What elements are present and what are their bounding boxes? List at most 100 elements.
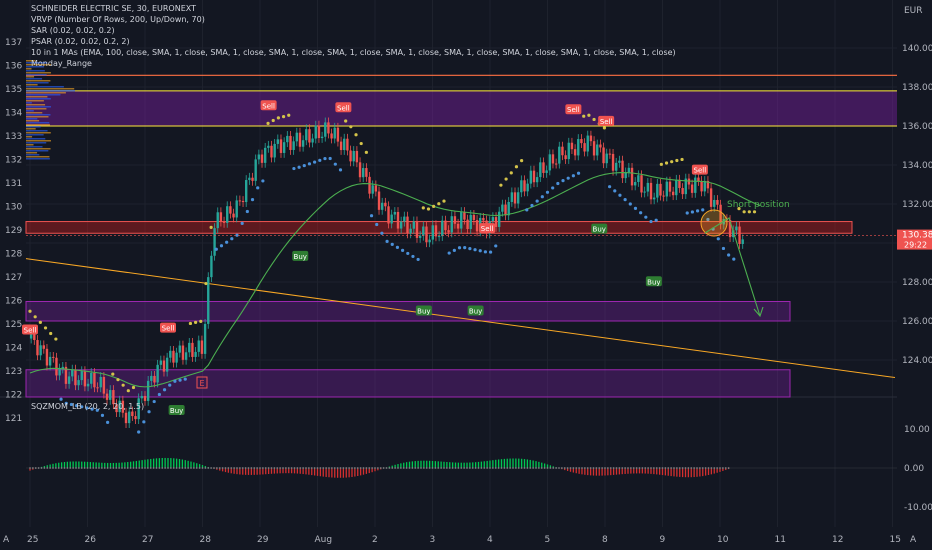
chart-window[interactable]: Sell Sell Sell Sell Sell Sell Sell Sell Buy Buy Bu… (0, 0, 932, 550)
time-tick-label: 15 (890, 535, 901, 545)
candle-body (273, 143, 276, 158)
sar-dot (225, 240, 229, 244)
oscillator-title[interactable]: SQZMOM_LB (20, 2, 20, 1.5) (31, 401, 144, 412)
candle-body (131, 411, 134, 417)
volume-row (26, 142, 47, 144)
resistance-zone (26, 90, 897, 126)
candle-body (668, 181, 672, 192)
sar-dot (592, 117, 596, 122)
volume-row (26, 152, 38, 154)
volume-row (26, 136, 33, 138)
sar-dot (752, 210, 757, 214)
sar-dot (106, 420, 110, 424)
candle-body (295, 132, 298, 142)
candle-body (532, 170, 536, 183)
candle-body (298, 132, 302, 147)
sar-dot (520, 159, 524, 163)
candle-body (491, 217, 495, 222)
sar-dot (732, 257, 736, 261)
sar-dot (587, 113, 591, 117)
candle-body (700, 181, 703, 192)
sar-dot (644, 215, 648, 219)
volume-row (26, 86, 64, 88)
candle-body (418, 235, 422, 238)
candle-body (520, 180, 523, 193)
price-tick-label: 128.00 (902, 278, 932, 288)
candle-body (529, 170, 533, 184)
sar-dot (369, 214, 374, 218)
time-tick-label: 9 (660, 535, 666, 545)
sar-dot (100, 413, 105, 417)
symbol-title[interactable]: SCHNEIDER ELECTRIC SE, 30, EURONEXT (31, 3, 676, 14)
sar-dot (168, 383, 172, 387)
sar-dot (250, 198, 255, 202)
volume-row (26, 98, 51, 100)
candle-body (456, 223, 460, 229)
zone-layer (25, 74, 897, 398)
candle-body (29, 333, 33, 339)
candle-body (621, 160, 624, 179)
sar-dot (509, 171, 513, 175)
candle-body (447, 230, 450, 233)
candle-body (175, 352, 178, 363)
sar-dot (452, 248, 456, 253)
sar-dot (664, 161, 669, 165)
candle-body (165, 357, 169, 372)
sar-dot (297, 165, 301, 169)
sar-dot (406, 251, 410, 256)
candle-body (99, 376, 102, 388)
candle-body (608, 153, 612, 155)
volume-row (26, 104, 46, 106)
legend-monday-range[interactable]: Monday_Range (31, 58, 676, 69)
time-tick-label: 8 (602, 535, 608, 545)
left-tick-label: 122 (5, 391, 22, 401)
sell-label: Sell (694, 167, 707, 175)
candle-body (671, 191, 675, 196)
time-tick-label: 4 (487, 535, 493, 545)
legend-mas[interactable]: 10 in 1 MAs (EMA, 100, close, SMA, 1, cl… (31, 47, 676, 58)
legend-sar[interactable]: SAR (0.02, 0.02, 0.2) (31, 25, 676, 36)
candle-body (194, 351, 197, 357)
sar-dot (633, 206, 638, 210)
candle-body (624, 172, 627, 179)
candle-body (352, 150, 355, 162)
candle-body (263, 147, 267, 163)
legend-vrvp[interactable]: VRVP (Number Of Rows, 200, Up/Down, 70) (31, 14, 676, 25)
sar-dot (742, 210, 746, 214)
sar-dot (727, 253, 731, 257)
candle-body (570, 142, 574, 150)
chart-canvas[interactable]: Sell Sell Sell Sell Sell Sell Sell Sell Buy Buy Bu… (0, 0, 932, 550)
candle-body (282, 142, 286, 153)
sar-dot (209, 225, 213, 229)
candle-body (494, 217, 498, 227)
candle-body (504, 204, 507, 216)
candle-body (368, 176, 371, 194)
candle-body (251, 177, 254, 181)
candle-body (384, 202, 387, 207)
earnings-label: E (199, 379, 204, 388)
candle-body (475, 220, 479, 232)
legend-psar[interactable]: PSAR (0.02, 0.02, 0.2, 2) (31, 36, 676, 47)
candle-body (659, 183, 662, 196)
buy-label: Buy (593, 226, 606, 234)
candle-body (55, 357, 58, 376)
volume-row (26, 88, 75, 90)
left-tick-label: 128 (5, 250, 22, 260)
time-tick-label: 12 (832, 535, 843, 545)
price-tick-label: 140.00 (902, 44, 932, 54)
candle-body (374, 185, 378, 192)
sar-dot (628, 202, 632, 206)
candle-body (681, 188, 684, 195)
sell-label: Sell (481, 225, 494, 233)
candle-body (311, 138, 314, 143)
time-tick-label: 5 (545, 535, 551, 545)
candle-body (605, 153, 608, 164)
sar-dot (716, 237, 720, 241)
sar-dot (421, 206, 425, 210)
sar-dot (328, 156, 332, 161)
candle-body (697, 177, 700, 182)
sar-dot (545, 190, 550, 194)
volume-row (26, 92, 66, 94)
time-tick-label: 25 (27, 535, 38, 545)
candle-body (197, 340, 200, 352)
